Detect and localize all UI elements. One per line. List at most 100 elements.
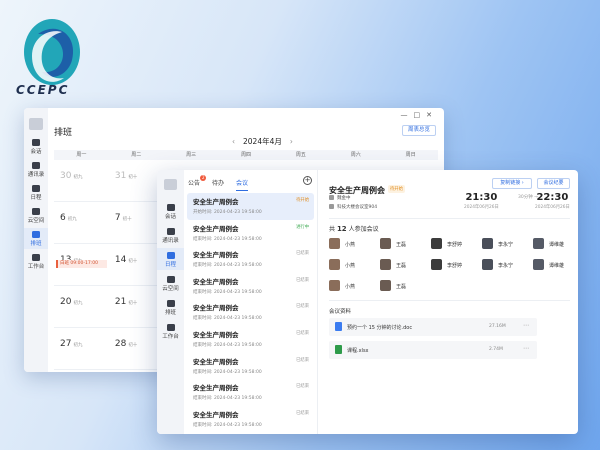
meeting-item-status: 已结束: [296, 357, 309, 363]
shift-event[interactable]: 白班 09:00-17:00: [56, 260, 107, 268]
meeting-item-time: 结束时间: 2024-04-23 19:58:00: [193, 342, 262, 348]
meeting-item-title: 安全生产周例会: [193, 410, 239, 419]
sidebar-item-calendar[interactable]: 日程: [157, 248, 184, 270]
sidebar-item-schedule[interactable]: 排班: [24, 228, 48, 249]
weekday-header: 周一 周二 周三 周四 周五 周六 周日: [54, 150, 438, 160]
sidebar-item-contacts[interactable]: 通讯录: [24, 159, 48, 180]
logo-text: CCEPC: [16, 83, 70, 97]
participant[interactable]: 王磊: [380, 259, 430, 271]
meeting-list-item[interactable]: 安全生产周例会 开始时间: 2024-04-23 19:58:00 待开始: [187, 193, 314, 220]
meeting-list-item[interactable]: 安全生产周例会 结束时间: 2024-04-23 19:58:00 已结束: [187, 246, 314, 273]
contacts-icon: [32, 162, 40, 169]
lunar-date: 初十: [128, 175, 138, 180]
participant[interactable]: 李舒婷: [431, 259, 481, 271]
more-icon[interactable]: ⋯: [523, 322, 529, 329]
meeting-list-item[interactable]: 安全生产周例会 结束时间: 2024-04-23 19:58:00 已结束: [187, 379, 314, 406]
tab-2[interactable]: 会议: [236, 178, 249, 191]
meeting-list-item[interactable]: 安全生产周例会 结束时间: 2024-04-23 19:58:00 进行中: [187, 220, 314, 247]
avatar: [380, 238, 391, 249]
calendar-day-cell[interactable]: 31 初十: [109, 160, 164, 201]
participant[interactable]: 李永宁: [482, 259, 532, 271]
close-icon[interactable]: ✕: [426, 111, 438, 119]
week-overview-button[interactable]: 周表总览: [402, 125, 436, 136]
lunar-date: 初九: [67, 217, 77, 222]
day-number: 20: [60, 297, 72, 307]
sidebar-item-chat[interactable]: 会话: [24, 136, 48, 157]
participant[interactable]: 谭维雄: [533, 259, 578, 271]
attachment-item[interactable]: 预约一个 15 分钟的讨论.doc 27.16M ⋯: [329, 318, 537, 336]
file-name: 课程.xlsx: [347, 348, 369, 354]
calendar-day-cell[interactable]: 28 初十: [109, 328, 164, 369]
minutes-button[interactable]: 会议纪要: [537, 178, 570, 189]
tab-0[interactable]: 公告 2: [188, 175, 207, 191]
calendar-day-cell[interactable]: 7 初十: [109, 202, 164, 243]
meeting-item-status: 进行中: [296, 224, 309, 230]
meeting-item-time: 结束时间: 2024-04-23 19:58:00: [193, 316, 262, 322]
sidebar-item-calendar[interactable]: 日程: [24, 182, 48, 203]
meeting-item-time: 开始时间: 2024-04-23 19:58:00: [193, 210, 262, 215]
avatar[interactable]: [164, 179, 177, 190]
sidebar-item-cloud[interactable]: 云空间: [24, 205, 48, 226]
participant[interactable]: 小燕: [329, 259, 379, 271]
copy-link-button[interactable]: 复制链接 ›: [492, 178, 532, 189]
participant[interactable]: 谭维雄: [533, 238, 578, 250]
calendar-day-cell[interactable]: 14 初十: [109, 244, 164, 285]
participant-name: 李永宁: [498, 242, 514, 248]
sidebar-item-grid[interactable]: 工作台: [157, 320, 184, 342]
month-label: 2024年4月: [243, 137, 282, 146]
sidebar-item-contacts[interactable]: 通讯录: [157, 224, 184, 246]
maximize-icon[interactable]: □: [414, 111, 427, 119]
participant[interactable]: 小燕: [329, 280, 379, 292]
meeting-item-time: 结束时间: 2024-04-23 19:58:00: [193, 236, 262, 242]
calendar-day-cell[interactable]: 13初九白班 09:00-17:00: [54, 244, 109, 285]
next-month-icon[interactable]: ›: [290, 137, 293, 146]
sidebar-item-grid[interactable]: 工作台: [24, 251, 48, 272]
day-number: 6: [60, 213, 66, 223]
participant[interactable]: 小燕: [329, 238, 379, 250]
calendar-day-cell[interactable]: 20 初九: [54, 286, 109, 327]
meeting-item-status: 已结束: [296, 277, 309, 283]
file-size: 27.16M: [489, 324, 506, 329]
tab-label: 会议: [236, 180, 249, 187]
meeting-info: 魏金中 科技大楼会议室904: [329, 194, 377, 212]
calendar-day-cell[interactable]: 30 初九: [54, 160, 109, 201]
participant[interactable]: 王磊: [380, 280, 430, 292]
sidebar: 会话 通讯录 日程 云空间排班工作台: [24, 108, 48, 372]
participant-name: 李舒婷: [447, 242, 463, 248]
meeting-list-item[interactable]: 安全生产周例会 结束时间: 2024-04-23 19:58:00 已结束: [187, 406, 314, 433]
day-number: 31: [114, 171, 127, 181]
meeting-list-item[interactable]: 安全生产周例会 结束时间: 2024-04-23 19:58:00 已结束: [187, 326, 314, 353]
meeting-item-title: 安全生产周例会: [193, 198, 239, 206]
sidebar-item-label: 通讯录: [162, 238, 179, 244]
meeting-list-item[interactable]: 安全生产周例会 结束时间: 2024-04-23 19:58:00 已结束: [187, 353, 314, 380]
attachment-item[interactable]: 课程.xlsx 2.74M ⋯: [329, 341, 537, 359]
participant-name: 谭维雄: [549, 242, 565, 248]
participant-count: 共 12 人参加会议: [329, 225, 379, 233]
avatar: [431, 259, 442, 270]
avatar[interactable]: [29, 118, 43, 130]
more-icon[interactable]: ⋯: [523, 345, 529, 352]
participant[interactable]: 李舒婷: [431, 238, 481, 250]
sidebar-item-label: 日程: [164, 262, 176, 268]
meeting-list-item[interactable]: 安全生产周例会 结束时间: 2024-04-23 19:58:00 已结束: [187, 273, 314, 300]
tab-1[interactable]: 待办: [212, 178, 224, 191]
sidebar-item-chat[interactable]: 会话: [157, 200, 184, 222]
sidebar-item-cloud[interactable]: 云空间: [157, 272, 184, 294]
calendar-day-cell[interactable]: 27 初九: [54, 328, 109, 369]
window-controls[interactable]: —□✕: [401, 111, 439, 119]
sidebar-item-label: 排班: [30, 241, 42, 247]
participant-name: 小燕: [345, 284, 356, 290]
calendar-day-cell[interactable]: 21 初十: [109, 286, 164, 327]
sidebar-item-schedule[interactable]: 排班: [157, 296, 184, 318]
participant[interactable]: 李永宁: [482, 238, 532, 250]
avatar: [482, 259, 493, 270]
calendar-day-cell[interactable]: 6 初九: [54, 202, 109, 243]
meeting-list-item[interactable]: 安全生产周例会 结束时间: 2024-04-23 19:58:00 已结束: [187, 299, 314, 326]
weekday-label: 周五: [295, 152, 306, 158]
add-icon[interactable]: +: [303, 176, 312, 185]
participant[interactable]: 王磊: [380, 238, 430, 250]
prev-month-icon[interactable]: ‹: [232, 137, 235, 146]
materials-label: 会议资料: [329, 309, 352, 315]
minimize-icon[interactable]: —: [401, 111, 414, 119]
day-number: 7: [114, 213, 121, 223]
